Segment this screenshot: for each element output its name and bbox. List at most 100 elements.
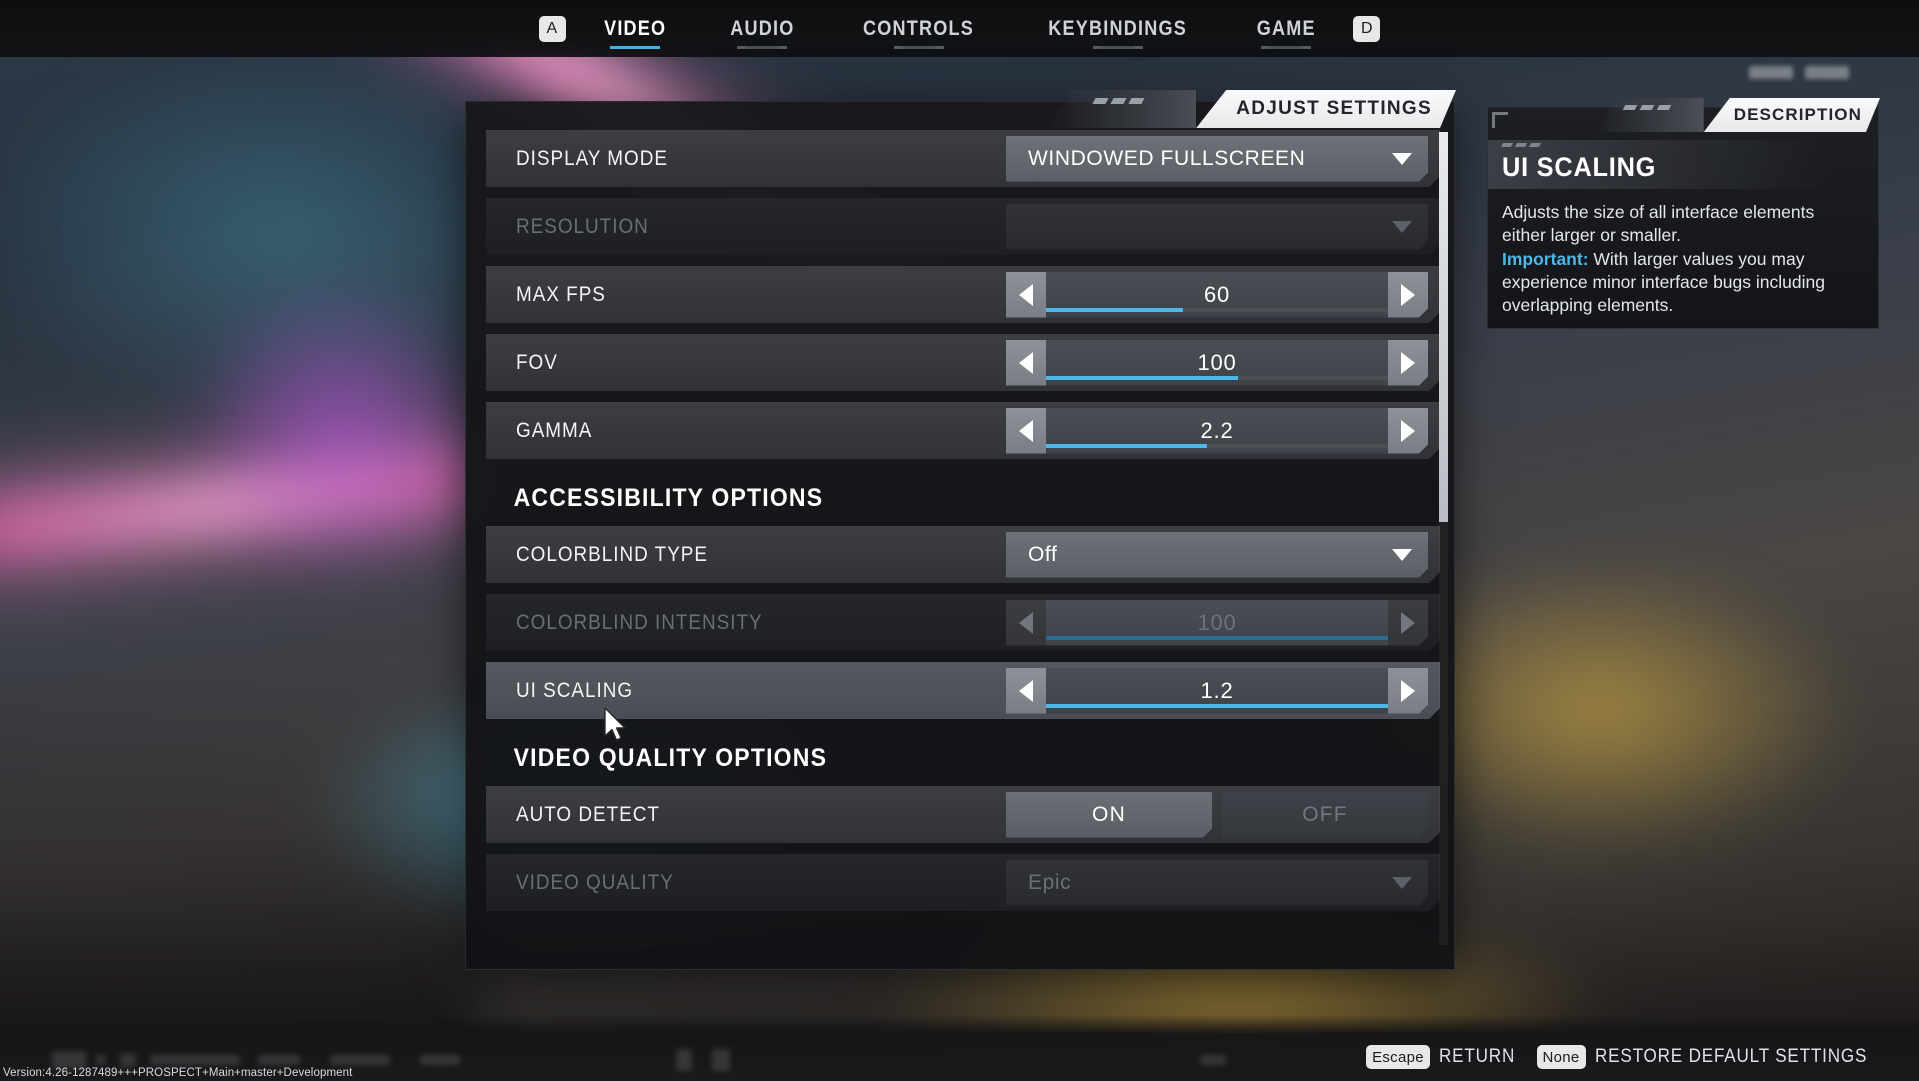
- chevron-down-icon: [1392, 549, 1412, 561]
- description-body: Adjusts the size of all interface elemen…: [1488, 189, 1878, 317]
- none-key-icon[interactable]: None: [1536, 1045, 1586, 1069]
- settings-rows-viewport: DISPLAY MODE WINDOWED FULLSCREEN RESOLUTIO…: [466, 130, 1454, 947]
- slider-increase-colorblind-intensity: [1388, 600, 1428, 646]
- description-heading: UI SCALING: [1502, 152, 1657, 182]
- setting-row-colorblind-intensity: COLORBLIND INTENSITY 100: [486, 594, 1440, 651]
- slider-increase-ui-scaling[interactable]: [1388, 668, 1428, 714]
- tab-controls[interactable]: CONTROLS: [839, 0, 996, 57]
- slider-value-max-fps: 60: [1203, 281, 1231, 307]
- setting-row-gamma[interactable]: GAMMA 2.2: [486, 402, 1440, 459]
- tab-keybindings-underline: [1092, 46, 1143, 49]
- triangle-left-icon: [1019, 420, 1033, 442]
- chevron-down-icon: [1392, 221, 1412, 233]
- setting-row-display-mode[interactable]: DISPLAY MODE WINDOWED FULLSCREEN: [486, 130, 1440, 187]
- prev-tab-key-hint[interactable]: A: [538, 15, 566, 42]
- version-string: Version:4.26-1287489+++PROSPECT+Main+mas…: [3, 1067, 353, 1079]
- slider-fill-max-fps: [1046, 308, 1183, 312]
- setting-label-fov: FOV: [516, 350, 558, 374]
- next-tab-key-hint[interactable]: D: [1353, 15, 1381, 42]
- hud-ghost-5: [258, 1055, 300, 1065]
- setting-row-colorblind-type[interactable]: COLORBLIND TYPE Off: [486, 526, 1440, 583]
- tab-keybindings[interactable]: KEYBINDINGS: [1025, 0, 1210, 57]
- hint-return[interactable]: Escape RETURN: [1366, 1045, 1523, 1069]
- setting-row-resolution: RESOLUTION: [486, 198, 1440, 255]
- settings-scrollbar-track[interactable]: [1439, 132, 1448, 945]
- setting-label-colorblind-intensity: COLORBLIND INTENSITY: [516, 610, 763, 634]
- toggle-off-auto-detect[interactable]: OFF: [1222, 792, 1428, 838]
- panel-title: ADJUST SETTINGS: [1196, 90, 1456, 128]
- settings-panel-header: ADJUST SETTINGS: [1046, 90, 1456, 128]
- slider-value-gamma: 2.2: [1200, 417, 1234, 443]
- slider-increase-max-fps[interactable]: [1388, 272, 1428, 318]
- dropdown-value-display-mode: WINDOWED FULLSCREEN: [1028, 146, 1306, 170]
- setting-row-video-quality: VIDEO QUALITY Epic: [486, 854, 1440, 911]
- slider-increase-gamma[interactable]: [1388, 408, 1428, 454]
- slider-track-gamma[interactable]: [1046, 444, 1388, 448]
- slider-decrease-fov[interactable]: [1006, 340, 1046, 386]
- hud-ghost-4: [150, 1055, 240, 1065]
- tab-keybindings-label: KEYBINDINGS: [1047, 16, 1187, 40]
- slider-fill-ui-scaling: [1046, 704, 1388, 708]
- settings-rows-list: DISPLAY MODE WINDOWED FULLSCREEN RESOLUTIO…: [486, 130, 1440, 911]
- slider-track-ui-scaling[interactable]: [1046, 704, 1388, 708]
- hint-restore-defaults[interactable]: None RESTORE DEFAULT SETTINGS: [1536, 1045, 1898, 1069]
- dropdown-resolution: [1006, 204, 1428, 250]
- slider-decrease-gamma[interactable]: [1006, 408, 1046, 454]
- slider-track-colorblind-intensity[interactable]: [1046, 636, 1388, 640]
- description-header-accent: [1593, 98, 1704, 132]
- slider-decrease-max-fps[interactable]: [1006, 272, 1046, 318]
- slider-value-colorblind-intensity: 100: [1197, 609, 1237, 635]
- tab-video[interactable]: VIDEO: [580, 0, 689, 57]
- toggle-on-auto-detect[interactable]: ON: [1006, 792, 1212, 838]
- setting-row-fov[interactable]: FOV 100: [486, 334, 1440, 391]
- setting-label-display-mode: DISPLAY MODE: [516, 146, 668, 170]
- slider-fill-fov: [1046, 376, 1238, 380]
- settings-panel: ADJUST SETTINGS DISPLAY MODE WINDOWED FUL…: [465, 90, 1455, 970]
- setting-label-colorblind-type: COLORBLIND TYPE: [516, 542, 709, 566]
- slider-decrease-ui-scaling[interactable]: [1006, 668, 1046, 714]
- hud-ghost-2: [96, 1055, 106, 1065]
- description-heading-bar: UI SCALING: [1488, 140, 1878, 189]
- triangle-right-icon: [1401, 420, 1415, 442]
- escape-key-icon[interactable]: Escape: [1366, 1045, 1430, 1069]
- fps-counter-ghost: [1749, 66, 1849, 79]
- triangle-left-icon: [1019, 680, 1033, 702]
- tab-audio-label: AUDIO: [730, 16, 795, 40]
- dropdown-value-colorblind-type: Off: [1028, 542, 1058, 566]
- selection-bracket-bl: [479, 704, 499, 724]
- description-corner-bracket-icon: [1492, 112, 1508, 128]
- slider-increase-fov[interactable]: [1388, 340, 1428, 386]
- setting-label-gamma: GAMMA: [516, 418, 593, 442]
- purple-glow: [180, 280, 500, 580]
- slider-decrease-colorblind-intensity: [1006, 600, 1046, 646]
- setting-row-max-fps[interactable]: MAX FPS 60: [486, 266, 1440, 323]
- dropdown-display-mode[interactable]: WINDOWED FULLSCREEN: [1006, 136, 1428, 182]
- slider-gamma[interactable]: 2.2: [1006, 408, 1428, 454]
- mouse-cursor: [604, 707, 626, 741]
- slider-value-fov: 100: [1197, 349, 1237, 375]
- background-left-mass: [0, 640, 480, 1060]
- triangle-right-icon: [1401, 680, 1415, 702]
- slider-track-fov[interactable]: [1046, 376, 1388, 380]
- setting-row-auto-detect[interactable]: AUTO DETECT ON OFF: [486, 786, 1440, 843]
- setting-label-max-fps: MAX FPS: [516, 282, 606, 306]
- triangle-right-icon: [1401, 352, 1415, 374]
- settings-scrollbar-thumb[interactable]: [1439, 132, 1448, 523]
- tab-audio[interactable]: AUDIO: [707, 0, 818, 57]
- slider-value-ui-scaling: 1.2: [1200, 677, 1234, 703]
- slider-ui-scaling[interactable]: 1.2: [1006, 668, 1428, 714]
- triangle-right-icon: [1401, 284, 1415, 306]
- tab-video-label: VIDEO: [603, 16, 666, 40]
- dropdown-colorblind-type[interactable]: Off: [1006, 532, 1428, 578]
- tab-controls-label: CONTROLS: [862, 16, 974, 40]
- slider-fov[interactable]: 100: [1006, 340, 1428, 386]
- tab-game[interactable]: GAME: [1233, 0, 1338, 57]
- slider-fill-gamma: [1046, 444, 1207, 448]
- chevron-down-icon: [1392, 877, 1412, 889]
- slider-max-fps[interactable]: 60: [1006, 272, 1428, 318]
- description-line-1: Adjusts the size of all interface elemen…: [1502, 202, 1815, 246]
- bottom-bar-fade: [0, 1015, 1919, 1033]
- triangle-left-icon: [1019, 612, 1033, 634]
- slider-track-max-fps[interactable]: [1046, 308, 1388, 312]
- section-header-accessibility-options: ACCESSIBILITY OPTIONS: [513, 484, 824, 512]
